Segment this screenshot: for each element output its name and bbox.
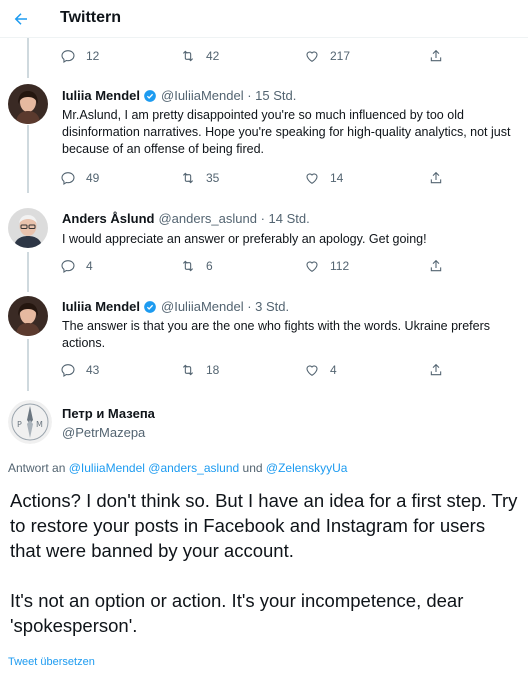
like-icon — [306, 173, 318, 184]
verified-badge-icon — [144, 89, 156, 102]
like-count: 4 — [330, 363, 337, 377]
share-icon — [430, 259, 442, 272]
svg-text:Р: Р — [17, 420, 22, 429]
retweet-button[interactable]: 35 — [180, 168, 219, 188]
like-count: 14 — [330, 171, 344, 185]
handle-and-time[interactable]: @IuliiaMendel · 15 Std. — [161, 88, 296, 103]
thread-line — [27, 38, 29, 78]
like-button[interactable]: 112 — [304, 256, 349, 276]
retweet-icon — [182, 50, 194, 62]
handle-and-time[interactable]: @anders_aslund · 14 Std. — [158, 211, 309, 226]
like-button[interactable]: 14 — [304, 168, 343, 188]
reply-icon — [61, 50, 75, 63]
reply-icon — [61, 260, 75, 273]
retweet-icon — [182, 260, 194, 272]
tweet-text: The answer is that you are the one who f… — [62, 319, 490, 350]
retweet-button[interactable]: 18 — [180, 360, 219, 380]
like-icon — [306, 51, 318, 62]
tweet-paragraph: Actions? I don't think so. But I have an… — [10, 490, 518, 561]
retweet-count: 6 — [206, 259, 213, 273]
tweet-header: Anders Åslund @anders_aslund · 14 Std. — [62, 211, 310, 226]
tweet-text: I would appreciate an answer or preferab… — [62, 232, 427, 246]
avatar[interactable] — [8, 208, 48, 248]
share-icon — [430, 171, 442, 184]
reply-count: 49 — [86, 171, 100, 185]
share-button[interactable] — [428, 46, 444, 66]
reply-prefix: Antwort an — [8, 461, 66, 475]
reply-count: 43 — [86, 363, 100, 377]
top-bar: Twittern — [0, 0, 528, 38]
retweet-button[interactable]: 42 — [180, 46, 219, 66]
display-name[interactable]: Anders Åslund — [62, 211, 154, 226]
like-count: 217 — [330, 49, 351, 63]
display-name[interactable]: Iuliia Mendel — [62, 299, 140, 314]
retweet-count: 18 — [206, 363, 220, 377]
like-icon — [306, 365, 318, 376]
avatar[interactable]: Р М — [8, 400, 52, 444]
tweet-header: Iuliia Mendel @IuliiaMendel · 3 Std. — [62, 299, 289, 314]
avatar[interactable] — [8, 296, 48, 336]
handle-and-time[interactable]: @IuliiaMendel · 3 Std. — [161, 299, 289, 314]
tweet-paragraph: It's not an option or action. It's your … — [10, 590, 464, 636]
tweet-actions: 4 6 112 — [60, 256, 450, 276]
like-icon — [306, 261, 318, 272]
reply-button[interactable]: 43 — [60, 360, 99, 380]
translate-tweet-link[interactable]: Tweet übersetzen — [8, 656, 95, 668]
back-arrow-icon — [14, 13, 27, 25]
reply-count: 12 — [86, 49, 100, 63]
display-name[interactable]: Петр и Мазепа — [62, 406, 155, 421]
reply-count: 4 — [86, 259, 93, 273]
tweet-actions: 43 18 4 — [60, 360, 450, 380]
retweet-count: 35 — [206, 171, 220, 185]
page-title: Twittern — [60, 9, 122, 26]
reply-icon — [61, 364, 75, 377]
retweet-count: 42 — [206, 49, 220, 63]
like-count: 112 — [330, 259, 350, 273]
thread-line — [27, 125, 29, 193]
reply-button[interactable]: 49 — [60, 168, 99, 188]
back-button[interactable] — [8, 6, 34, 32]
tweet-header: Iuliia Mendel @IuliiaMendel · 15 Std. — [62, 88, 296, 103]
mention-link[interactable]: @ZelenskyyUa — [266, 461, 348, 475]
svg-text:М: М — [36, 420, 43, 429]
avatar[interactable] — [8, 84, 48, 124]
thread-line — [27, 252, 29, 292]
thread-line — [27, 339, 29, 391]
like-button[interactable]: 217 — [304, 46, 350, 66]
like-button[interactable]: 4 — [304, 360, 337, 380]
verified-badge-icon — [144, 300, 156, 313]
reply-button[interactable]: 12 — [60, 46, 99, 66]
retweet-icon — [182, 172, 194, 184]
reply-button[interactable]: 4 — [60, 256, 93, 276]
share-button[interactable] — [428, 256, 444, 276]
share-icon — [430, 363, 442, 376]
retweet-icon — [182, 364, 194, 376]
mention-link[interactable]: @anders_aslund — [148, 461, 239, 475]
reply-icon — [61, 172, 75, 185]
tweet-text: Mr.Aslund, I am pretty disappointed you'… — [62, 108, 511, 156]
mention-link[interactable]: @IuliiaMendel — [69, 461, 145, 475]
main-tweet-text: Actions? I don't think so. But I have an… — [10, 488, 520, 663]
handle[interactable]: @PetrMazepa — [62, 425, 145, 440]
tweet-actions: 49 35 14 — [60, 168, 450, 188]
retweet-button[interactable]: 6 — [180, 256, 213, 276]
reply-conjunction: und — [242, 461, 263, 475]
display-name[interactable]: Iuliia Mendel — [62, 88, 140, 103]
share-icon — [430, 49, 442, 62]
reply-context: Antwort an @IuliiaMendel @anders_aslund … — [8, 461, 347, 475]
tweet-actions: 12 42 217 — [60, 46, 450, 66]
share-button[interactable] — [428, 360, 444, 380]
share-button[interactable] — [428, 168, 444, 188]
